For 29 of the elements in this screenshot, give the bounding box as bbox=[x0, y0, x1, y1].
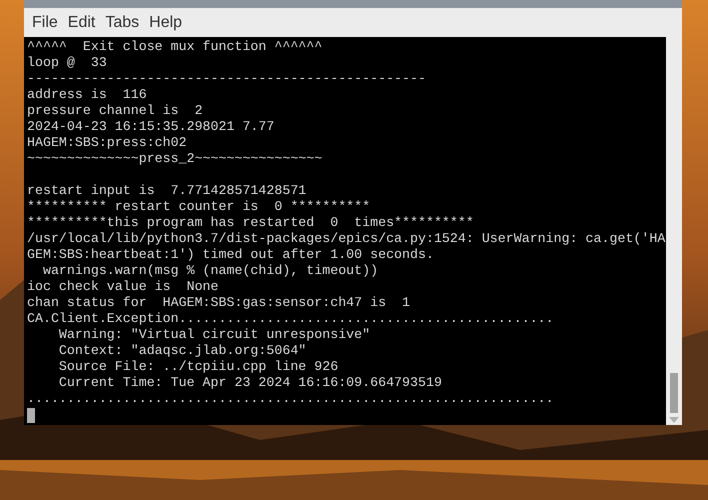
menu-item[interactable]: File bbox=[28, 10, 62, 34]
output-line: restart input is 7.771428571428571 bbox=[27, 183, 306, 199]
output-line: warnings.warn(msg % (name(chid), timeout)) bbox=[42, 263, 378, 279]
output-line: -------------------------------------------------- bbox=[27, 71, 426, 87]
scroll-down-icon[interactable] bbox=[669, 417, 679, 423]
menu-item[interactable]: Edit bbox=[64, 10, 100, 34]
output-line: Warning: "Virtual circuit unresponsive" bbox=[58, 327, 370, 343]
output-line: ioc check value is None bbox=[27, 279, 219, 295]
output-line: Source File: ../tcpiiu.cpp line 926 bbox=[58, 359, 338, 375]
output-line: address is 116 bbox=[27, 87, 147, 103]
output-line: **********this program has restarted 0 times********** bbox=[27, 215, 474, 231]
output-line: .................................................................. bbox=[27, 391, 554, 407]
cursor bbox=[27, 408, 35, 422]
output-line: pressure channel is 2 bbox=[27, 103, 203, 119]
scrollbar-thumb[interactable] bbox=[670, 373, 678, 413]
output-line: CA.Client.Exception............................................... bbox=[27, 311, 554, 327]
output-line: Context: "adaqsc.jlab.org:5064" bbox=[58, 343, 306, 359]
output-line: 2024-04-23 16:15:35.298021 7.77 bbox=[27, 119, 274, 135]
output-line: chan status for HAGEM:SBS:gas:sensor:ch47 is 1 bbox=[27, 295, 410, 311]
output-line: loop @ 33 bbox=[27, 55, 107, 71]
menu-item[interactable]: Help bbox=[145, 10, 186, 34]
output-line: /usr/local/lib/python3.7/dist-packages/epics/ca.py:1524: UserWarning: ca.get('HA bbox=[27, 231, 666, 247]
output-line: ********** restart counter is 0 ********** bbox=[27, 199, 370, 215]
output-line: ~~~~~~~~~~~~~~press_2~~~~~~~~~~~~~~~~ bbox=[27, 151, 322, 167]
output-line: Current Time: Tue Apr 23 2024 16:16:09.664793519 bbox=[58, 375, 442, 391]
output-line: ^^^^^ Exit close mux function ^^^^^^ bbox=[27, 39, 322, 55]
output-line: HAGEM:SBS:press:ch02 bbox=[27, 135, 187, 151]
menu-item[interactable]: Tabs bbox=[101, 10, 144, 34]
output-line: GEM:SBS:heartbeat:1') timed out after 1.00 seconds. bbox=[27, 247, 434, 263]
